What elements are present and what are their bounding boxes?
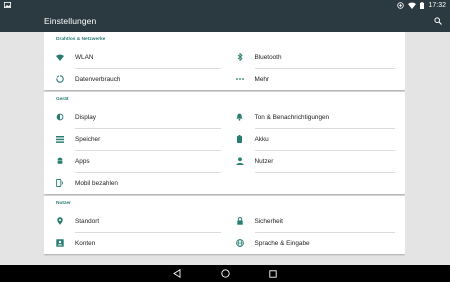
setting-label: Mobil bezahlen [75, 179, 118, 187]
brightness-icon [56, 113, 64, 121]
section-wireless-networks: Drahtlos & Netzwerke WLAN Bluetooth Date… [44, 32, 405, 90]
setting-label: Sprache & Eingabe [254, 239, 310, 247]
section-header: Nutzer [56, 201, 71, 206]
location-icon [56, 217, 64, 225]
back-icon [173, 269, 181, 278]
tap-pay-icon [56, 179, 64, 187]
person-icon [235, 157, 244, 165]
setting-label: Konten [75, 239, 96, 247]
data-saver-icon [397, 1, 405, 9]
status-time: 17:32 [428, 1, 446, 9]
setting-label: Ton & Benachrichtigungen [254, 113, 330, 121]
setting-sound-notifications[interactable]: Ton & Benachrichtigungen [225, 106, 406, 128]
search-button[interactable] [434, 17, 442, 25]
setting-label: Bluetooth [254, 53, 282, 61]
setting-label: Mehr [254, 75, 270, 83]
setting-users[interactable]: Nutzer [225, 150, 406, 172]
back-button[interactable] [172, 269, 182, 279]
empty-tile [225, 172, 406, 194]
setting-language-input[interactable]: Sprache & Eingabe [225, 232, 406, 254]
section-device: Gerät Display Ton & Benachrichtigungen S… [44, 92, 405, 194]
account-icon [56, 239, 64, 247]
setting-label: Speicher [75, 135, 101, 143]
setting-apps[interactable]: Apps [44, 150, 225, 172]
setting-label: WLAN [75, 53, 94, 61]
search-icon [434, 17, 442, 25]
recents-button[interactable] [268, 269, 278, 279]
setting-security[interactable]: Sicherheit [225, 210, 406, 232]
setting-label: Display [75, 113, 96, 121]
home-icon [220, 269, 230, 278]
setting-label: Nutzer [254, 157, 274, 165]
setting-label: Akku [254, 135, 269, 143]
screenshot-notification-icon [4, 2, 11, 8]
wifi-icon [56, 53, 64, 61]
setting-data-usage[interactable]: Datenverbrauch [44, 68, 225, 90]
setting-bluetooth[interactable]: Bluetooth [225, 46, 406, 68]
setting-label: Apps [75, 157, 90, 165]
battery-icon [236, 135, 244, 143]
status-bar: 17:32 [0, 0, 450, 10]
section-header: Gerät [56, 97, 69, 102]
setting-label: Standort [75, 217, 100, 225]
section-user: Nutzer Standort Sicherheit Konten Sprach… [44, 196, 405, 254]
setting-label: Datenverbrauch [75, 75, 121, 83]
bluetooth-icon [236, 53, 244, 61]
bell-icon [236, 113, 244, 121]
globe-icon [235, 239, 244, 247]
wifi-signal-icon [408, 2, 417, 9]
section-header: Drahtlos & Netzwerke [56, 37, 106, 42]
battery-status-icon [420, 1, 425, 9]
recents-icon [269, 269, 277, 278]
setting-mobile-payment[interactable]: Mobil bezahlen [44, 172, 225, 194]
data-usage-icon [56, 75, 64, 83]
page-title: Einstellungen [44, 16, 97, 26]
more-icon [235, 75, 244, 83]
home-button[interactable] [220, 269, 230, 279]
storage-icon [56, 135, 64, 143]
app-bar: Einstellungen [0, 10, 450, 32]
setting-more[interactable]: Mehr [225, 68, 406, 90]
setting-battery[interactable]: Akku [225, 128, 406, 150]
setting-display[interactable]: Display [44, 106, 225, 128]
setting-wlan[interactable]: WLAN [44, 46, 225, 68]
navigation-bar [0, 265, 450, 282]
setting-label: Sicherheit [254, 217, 283, 225]
setting-accounts[interactable]: Konten [44, 232, 225, 254]
settings-list[interactable]: Drahtlos & Netzwerke WLAN Bluetooth Date… [44, 32, 405, 265]
setting-location[interactable]: Standort [44, 210, 225, 232]
android-icon [56, 157, 64, 165]
setting-storage[interactable]: Speicher [44, 128, 225, 150]
lock-icon [236, 217, 244, 225]
